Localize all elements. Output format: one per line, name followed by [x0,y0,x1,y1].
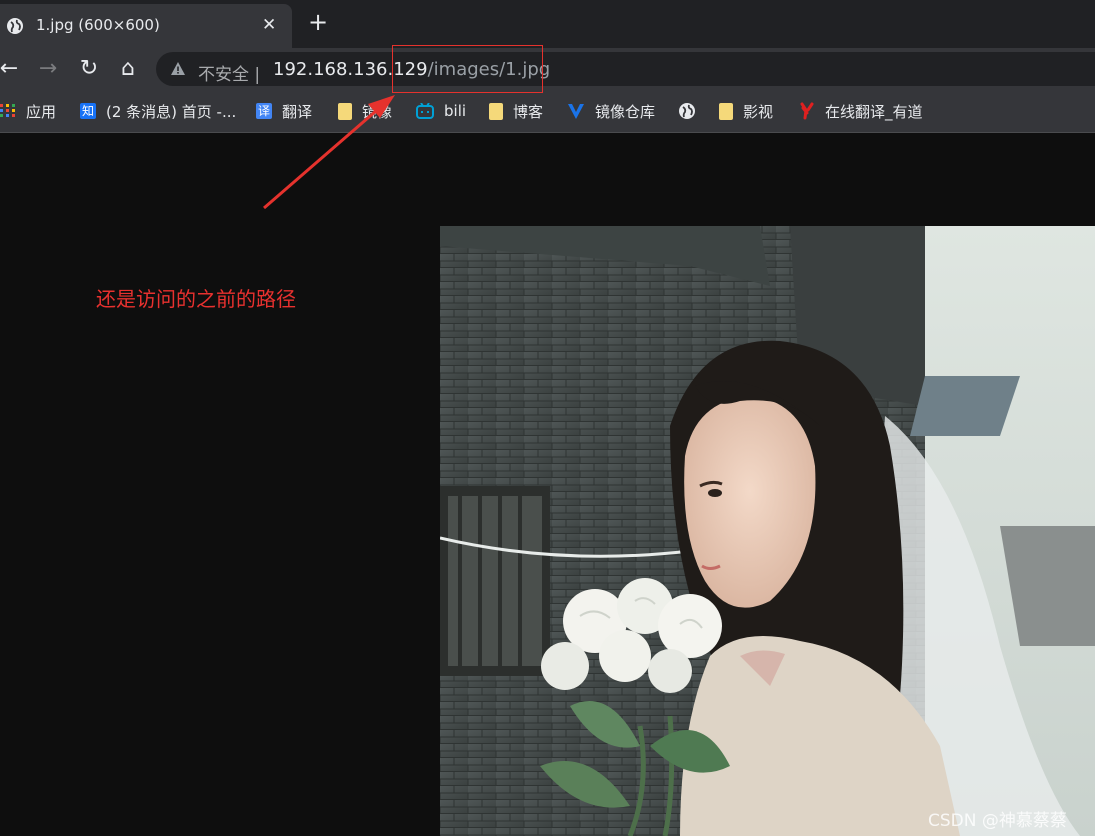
watermark: CSDN @神慕蔡蔡 [928,811,1067,831]
page-viewport: 还是访问的之前的路径 [0,133,1095,836]
apps-grid-icon [0,104,15,117]
bookmark-folder-blog[interactable]: 博客 [489,100,543,122]
bookmark-bili[interactable]: bili [416,100,466,122]
bookmark-label: 在线翻译_有道 [825,102,923,121]
bookmarks-bar: 应用 知 (2 条消息) 首页 -... 译 翻译 镜像 bili 博客 镜像仓… [0,90,1095,133]
bookmark-mirror-repo[interactable]: 镜像仓库 [567,100,655,122]
folder-icon [338,102,352,120]
forward-button[interactable]: → [35,56,61,82]
tab-title: 1.jpg (600×600) [36,16,160,34]
bookmark-label: 镜像仓库 [595,102,656,121]
bookmark-zhihu[interactable]: 知 (2 条消息) 首页 -... [80,100,236,122]
bookmark-label: 博客 [513,102,544,121]
bookmark-label: 翻译 [282,102,313,121]
back-button[interactable]: ← [0,56,22,82]
bookmark-label: 影视 [743,102,774,121]
close-tab-icon[interactable]: ✕ [262,15,276,35]
bookmark-label: 镜像 [362,102,393,121]
v-logo-icon [568,104,584,119]
reload-button[interactable]: ↻ [76,56,102,82]
zhihu-icon: 知 [80,103,96,119]
insecure-label[interactable]: 不安全 | [198,60,260,85]
bookmark-label: 应用 [26,102,57,121]
globe-icon [679,103,695,119]
bookmark-folder-video[interactable]: 影视 [719,100,773,122]
bookmark-youdao[interactable]: 在线翻译_有道 [799,100,923,122]
home-button[interactable]: ⌂ [115,56,141,82]
address-bar[interactable]: 不安全 | 192.168.136.129/images/1.jpg [156,52,1095,86]
toolbar: ← → ↻ ⌂ 不安全 | 192.168.136.129/images/1.j… [0,48,1095,90]
tab-active[interactable]: 1.jpg (600×600) ✕ [0,4,292,48]
warning-icon [171,62,185,75]
url-highlight-box [392,45,543,93]
folder-icon [719,102,733,120]
bookmark-folder-mirror[interactable]: 镜像 [338,100,392,122]
bookmark-globe[interactable] [678,100,706,122]
bookmark-translate[interactable]: 译 翻译 [256,100,312,122]
bookmark-apps[interactable]: 应用 [0,100,56,122]
globe-icon [7,18,23,34]
annotation-text: 还是访问的之前的路径 [96,287,296,311]
new-tab-button[interactable]: + [308,10,328,34]
displayed-image [440,226,1095,836]
tab-strip: 1.jpg (600×600) ✕ + [0,0,1095,48]
folder-icon [489,102,503,120]
bilibili-tv-icon [416,103,434,119]
youdao-icon [800,102,814,120]
translate-icon: 译 [256,103,272,119]
bookmark-label: bili [444,102,467,120]
bookmark-label: (2 条消息) 首页 -... [106,102,237,121]
